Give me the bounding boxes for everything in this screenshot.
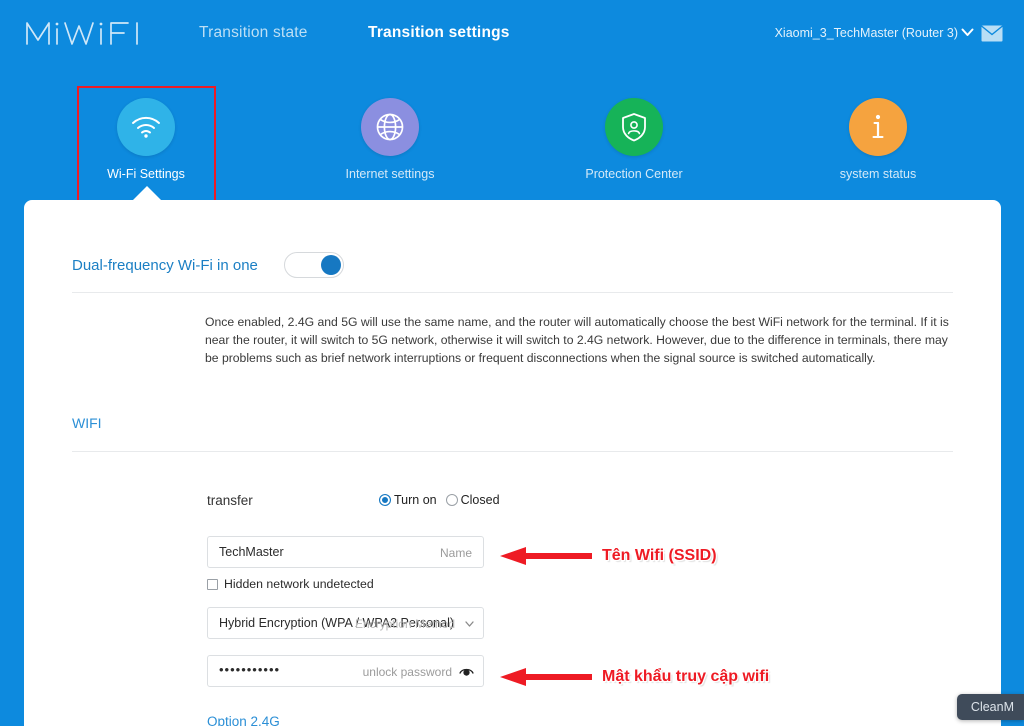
nav-item-protection-center[interactable]: Protection Center bbox=[554, 84, 714, 202]
nav-link-transition-state[interactable]: Transition state bbox=[199, 24, 308, 42]
encryption-placeholder: Encryption Method bbox=[354, 617, 455, 631]
radio-turn-on[interactable] bbox=[379, 494, 391, 506]
settings-content-card: Dual-frequency Wi-Fi in one Once enabled… bbox=[24, 200, 1001, 726]
annotation-text: Mật khẩu truy cập wifi bbox=[602, 668, 770, 685]
shield-icon bbox=[605, 98, 663, 156]
nav-item-label: Protection Center bbox=[585, 167, 683, 181]
miwifi-router-admin-page: Transition state Transition settings Xia… bbox=[0, 0, 1024, 726]
arrow-left-icon bbox=[500, 666, 592, 688]
cleanmymac-label: CleanM bbox=[970, 700, 1014, 714]
miwifi-logo bbox=[24, 14, 148, 54]
dual-band-toggle[interactable] bbox=[283, 252, 344, 278]
radio-closed-label: Closed bbox=[460, 493, 500, 507]
nav-item-label: system status bbox=[839, 167, 917, 181]
eye-icon[interactable] bbox=[459, 665, 474, 678]
dual-band-label: Dual-frequency Wi-Fi in one bbox=[72, 256, 258, 274]
mail-icon[interactable] bbox=[981, 25, 1003, 42]
transfer-radio-group: Turn on Closed bbox=[379, 493, 509, 507]
annotation-ssid: Tên Wifi (SSID) bbox=[500, 545, 717, 567]
chevron-down-icon[interactable] bbox=[465, 621, 474, 627]
hidden-network-label: Hidden network undetected bbox=[224, 577, 374, 591]
wifi-icon bbox=[117, 98, 175, 156]
nav-item-label: Internet settings bbox=[345, 167, 435, 181]
nav-item-wifi-settings[interactable]: Wi-Fi Settings bbox=[66, 84, 226, 202]
router-name-label[interactable]: Xiaomi_3_TechMaster (Router 3) bbox=[775, 26, 958, 40]
encryption-select[interactable]: Hybrid Encryption (WPA / WPA2 Personal) … bbox=[207, 607, 484, 639]
nav-item-label: Wi-Fi Settings bbox=[107, 167, 185, 181]
divider bbox=[72, 292, 953, 293]
info-icon bbox=[849, 98, 907, 156]
nav-item-system-status[interactable]: system status bbox=[798, 84, 958, 202]
password-placeholder: unlock password bbox=[362, 665, 452, 679]
transfer-row: transfer Turn on Closed bbox=[207, 490, 807, 520]
wifi-section-heading: WIFI bbox=[72, 415, 102, 431]
dual-band-row: Dual-frequency Wi-Fi in one bbox=[72, 252, 344, 278]
radio-closed[interactable] bbox=[445, 494, 458, 506]
arrow-left-icon bbox=[500, 545, 592, 567]
wifi-settings-form: transfer Turn on Closed TechMaster Name … bbox=[207, 490, 807, 726]
active-tab-pointer bbox=[132, 186, 162, 201]
dual-band-description: Once enabled, 2.4G and 5G will use the s… bbox=[205, 315, 949, 365]
transfer-label: transfer bbox=[207, 493, 253, 508]
top-navigation-bar: Transition state Transition settings Xia… bbox=[0, 0, 1024, 68]
password-value: ••••••••••• bbox=[219, 662, 281, 677]
option-24g-link[interactable]: Option 2.4G bbox=[207, 714, 280, 726]
hidden-network-row[interactable]: Hidden network undetected bbox=[207, 577, 807, 591]
hidden-network-checkbox[interactable] bbox=[207, 578, 218, 590]
radio-turn-on-label: Turn on bbox=[394, 493, 437, 507]
chevron-down-icon[interactable] bbox=[961, 28, 974, 37]
divider bbox=[72, 451, 953, 452]
ssid-value: TechMaster bbox=[219, 545, 284, 559]
nav-link-transition-settings[interactable]: Transition settings bbox=[368, 24, 510, 42]
password-input[interactable]: ••••••••••• unlock password bbox=[207, 655, 484, 687]
ssid-placeholder: Name bbox=[439, 546, 472, 560]
nav-item-internet-settings[interactable]: Internet settings bbox=[310, 84, 470, 202]
ssid-input[interactable]: TechMaster Name bbox=[207, 536, 484, 568]
toggle-knob bbox=[320, 255, 341, 275]
annotation-password: Mật khẩu truy cập wifi bbox=[500, 666, 769, 688]
globe-icon bbox=[361, 98, 419, 156]
annotation-text: Tên Wifi (SSID) bbox=[602, 547, 717, 564]
cleanmymac-overlay-button[interactable]: CleanM bbox=[956, 694, 1024, 720]
